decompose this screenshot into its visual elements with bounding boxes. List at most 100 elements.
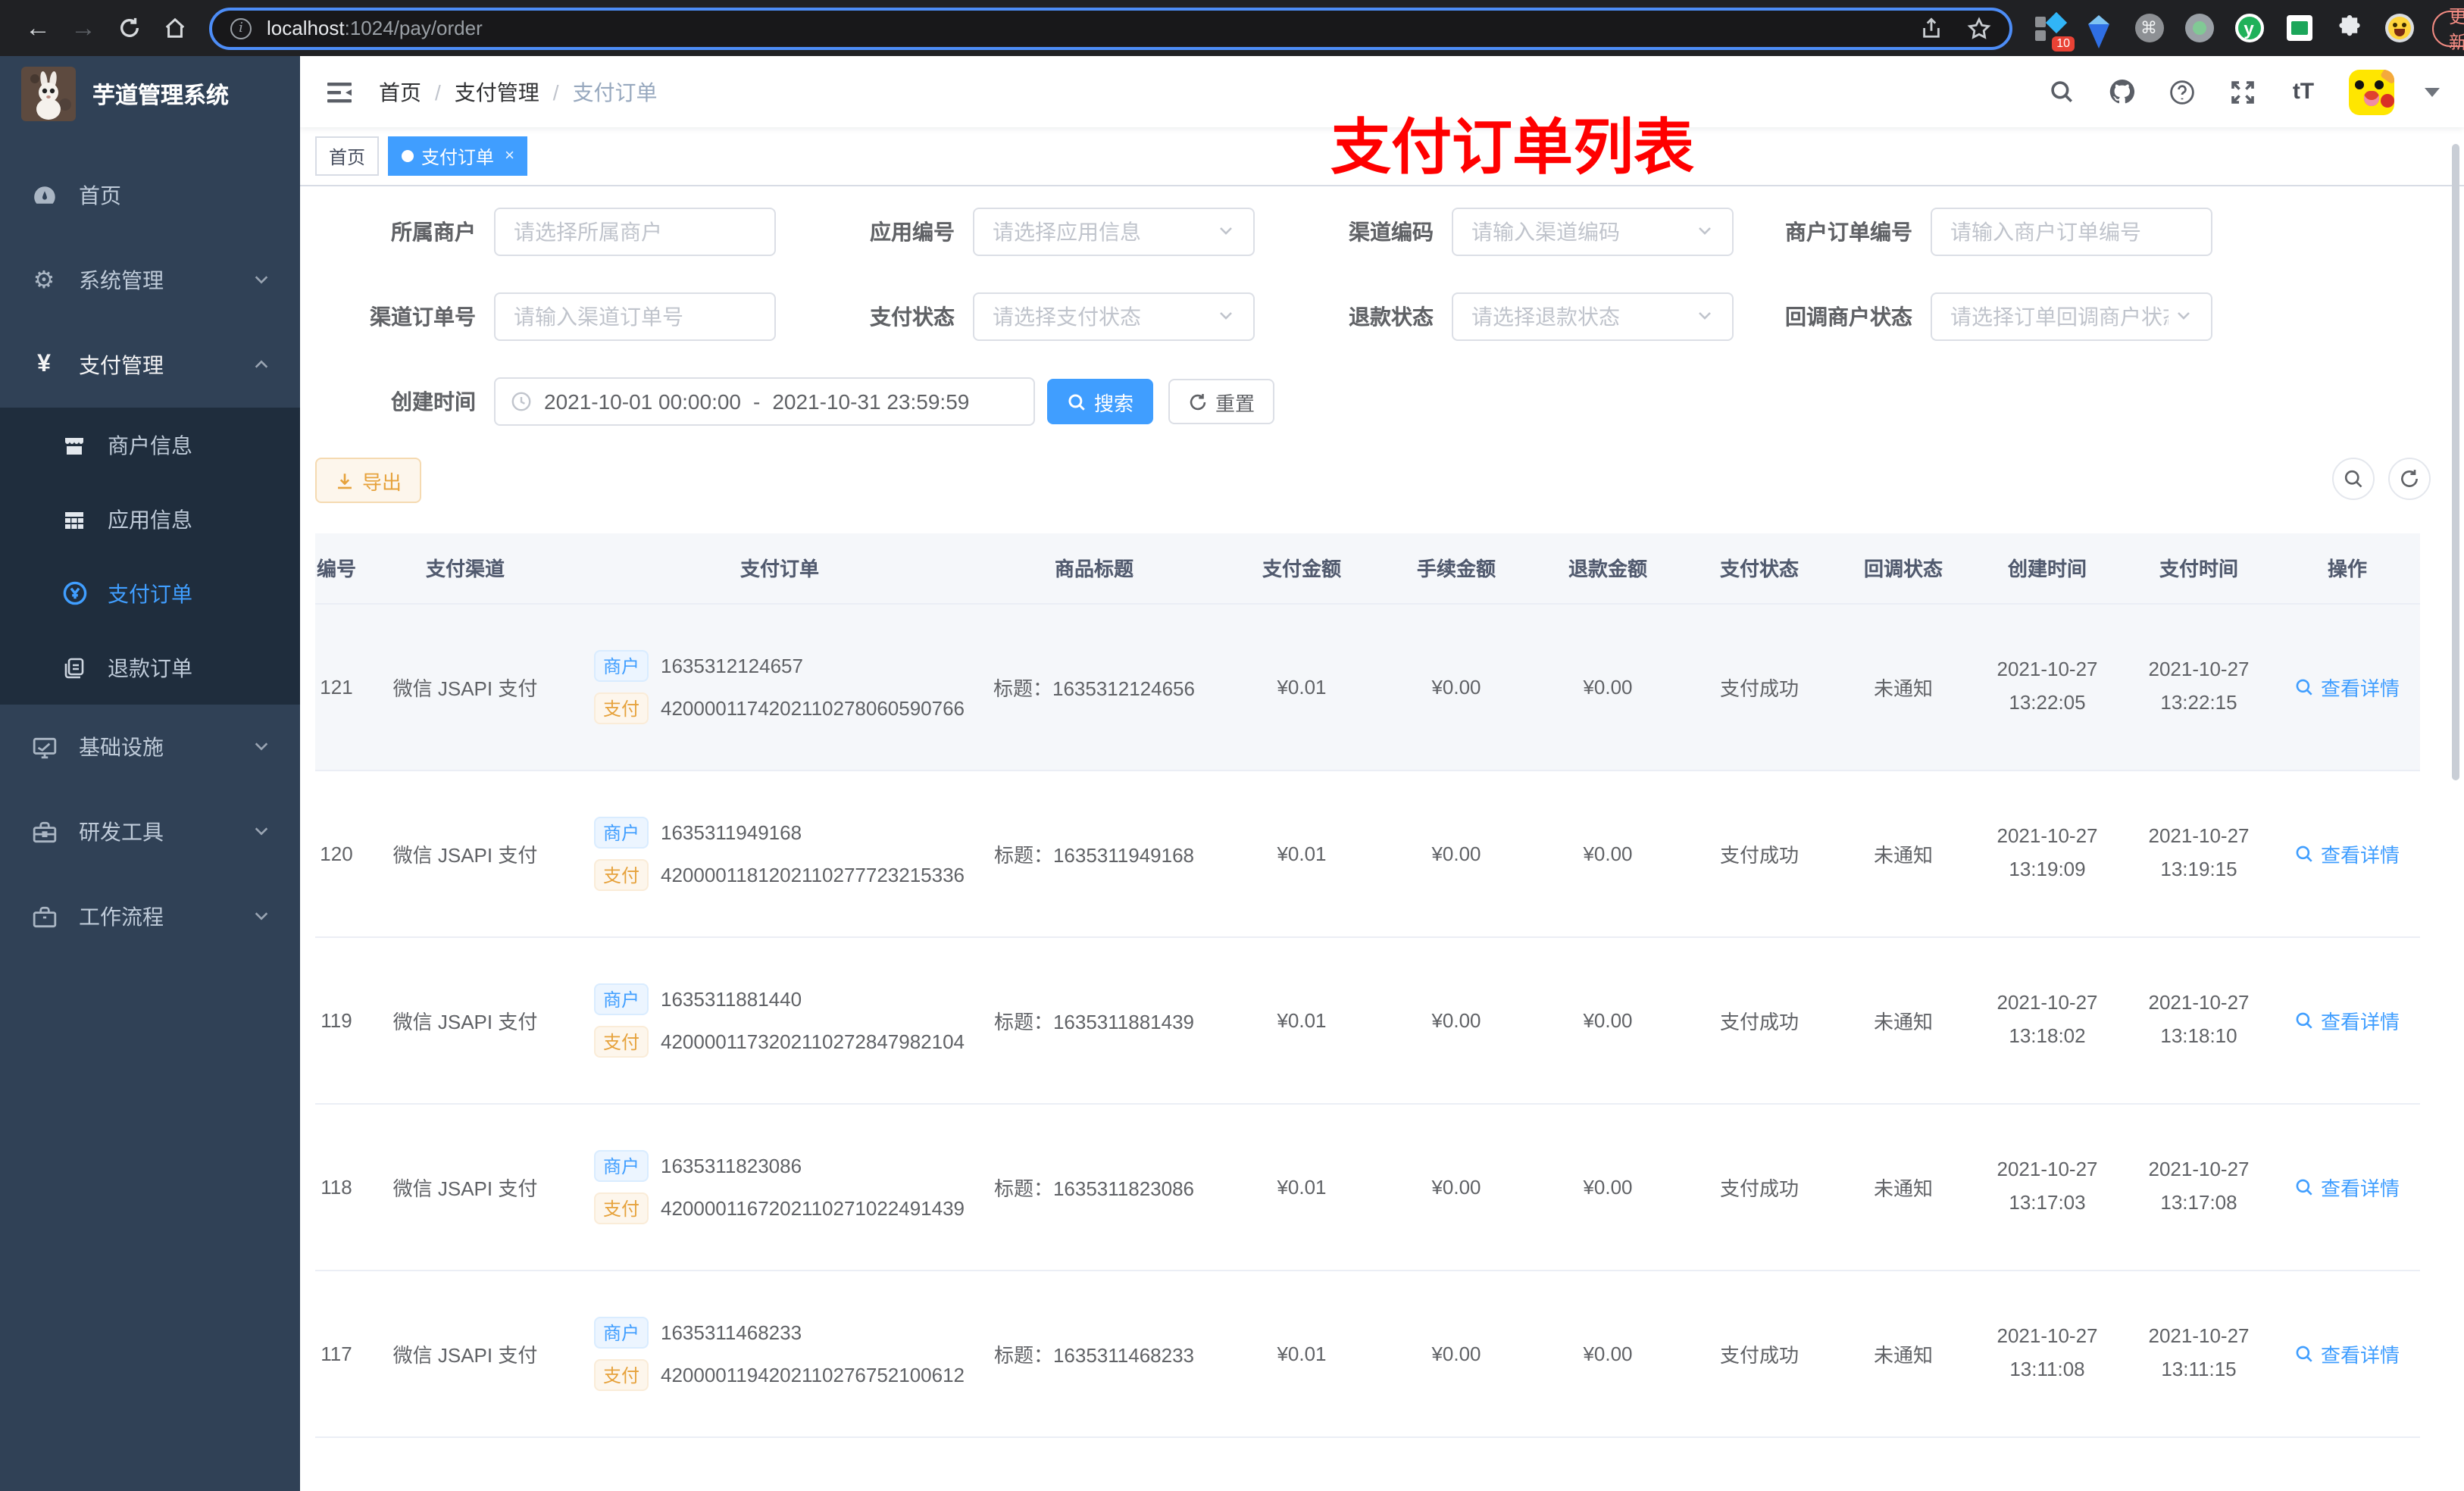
refund-status-select[interactable]: 请选择退款状态 <box>1452 292 1734 341</box>
command-extension-icon[interactable]: ⌘ <box>2134 13 2164 43</box>
filter-label-refund-status: 退款状态 <box>1349 305 1434 329</box>
font-size-icon[interactable]: tT <box>2288 77 2319 107</box>
help-icon[interactable] <box>2167 77 2197 107</box>
chevron-down-icon <box>253 268 270 292</box>
sidebar-item-label: 研发工具 <box>79 820 164 844</box>
sidebar-item-system[interactable]: ⚙ 系统管理 <box>0 238 300 323</box>
browser-home-icon[interactable] <box>152 5 197 51</box>
filter-label-callback-status: 回调商户状态 <box>1785 305 1912 329</box>
created-time-range-picker[interactable]: 2021-10-01 00:00:00 - 2021-10-31 23:59:5… <box>494 377 1035 426</box>
sidebar-item-app-info[interactable]: 应用信息 <box>0 482 300 556</box>
profile-avatar-icon[interactable] <box>2384 13 2414 43</box>
sidebar-item-label: 系统管理 <box>79 268 164 292</box>
owner-input[interactable] <box>494 208 776 256</box>
refresh-table-button[interactable] <box>2388 458 2431 500</box>
view-detail-link[interactable]: 查看详情 <box>2295 1005 2400 1034</box>
github-icon[interactable] <box>2106 77 2137 107</box>
merchant-tag: 商户 <box>594 1149 649 1181</box>
filter-label-channel-order-no: 渠道订单号 <box>370 305 476 329</box>
reset-button[interactable]: 重置 <box>1168 379 1275 424</box>
table-row-partial: 商户1635311251796 <box>315 1436 2420 1491</box>
avatar-caret-icon[interactable] <box>2425 87 2440 96</box>
channel-order-no-input[interactable] <box>494 292 776 341</box>
search-button[interactable]: 搜索 <box>1047 379 1154 424</box>
range-start-value: 2021-10-01 00:00:00 <box>544 389 741 414</box>
screen: ← → i localhost:1024/pay/order 10 ⌘ y 芋… <box>0 0 2464 1491</box>
view-detail-link[interactable]: 查看详情 <box>2295 672 2400 701</box>
refund-doc-icon <box>61 655 88 680</box>
sidebar-item-infra[interactable]: 基础设施 <box>0 705 300 789</box>
merchant-order-no-input[interactable] <box>1931 208 2212 256</box>
annotation-title: 支付订单列表 <box>1330 115 1694 182</box>
share-icon[interactable] <box>1920 17 1943 39</box>
refresh-icon <box>1190 392 1206 410</box>
view-detail-link[interactable]: 查看详情 <box>2295 839 2400 867</box>
search-icon[interactable] <box>2046 77 2076 107</box>
shop-icon <box>61 433 88 457</box>
merchant-tag: 商户 <box>594 1316 649 1348</box>
sidebar: 芋道管理系统 首页 ⚙ 系统管理 ¥ 支付管理 商户信息 应用信息 支付订单 退… <box>0 56 300 1491</box>
breadcrumb-pay[interactable]: 支付管理 <box>455 77 539 107</box>
search-icon <box>2344 470 2362 488</box>
sidebar-item-pay-order[interactable]: 支付订单 <box>0 556 300 630</box>
url-path: :1024/pay/order <box>344 17 483 39</box>
bookmark-star-icon[interactable] <box>1967 16 1991 40</box>
extensions-puzzle-icon[interactable] <box>2334 13 2364 43</box>
pay-status-select[interactable]: 请选择支付状态 <box>973 292 1255 341</box>
logo-rabbit-image <box>21 67 76 121</box>
hamburger-icon[interactable] <box>324 77 355 107</box>
view-detail-link[interactable]: 查看详情 <box>2295 1339 2400 1368</box>
export-button[interactable]: 导出 <box>315 458 422 503</box>
chevron-down-icon <box>253 905 270 929</box>
page-scrollbar[interactable] <box>2452 144 2459 780</box>
chevron-down-icon <box>2175 305 2193 329</box>
view-detail-link[interactable]: 查看详情 <box>2295 1172 2400 1201</box>
address-bar[interactable]: i localhost:1024/pay/order <box>209 7 2012 49</box>
sidebar-item-workflow[interactable]: 工作流程 <box>0 874 300 959</box>
breadcrumb-home[interactable]: 首页 <box>379 77 421 107</box>
sidebar-item-label: 退款订单 <box>108 655 192 680</box>
sidebar-item-merchant-info[interactable]: 商户信息 <box>0 408 300 482</box>
sidebar-item-refund-order[interactable]: 退款订单 <box>0 630 300 705</box>
magnifier-icon <box>2297 1011 2313 1028</box>
url-host: localhost <box>267 17 345 39</box>
table-header-row: 编号 支付渠道 支付订单 商品标题 支付金额 手续金额 退款金额 支付状态 回调… <box>315 533 2420 604</box>
sidebar-item-label: 基础设施 <box>79 735 164 759</box>
fullscreen-icon[interactable] <box>2228 77 2258 107</box>
chrome-update-button[interactable]: 更新 <box>2432 5 2464 52</box>
grid-icon <box>61 507 88 531</box>
active-tab-dot <box>402 150 414 162</box>
tab-close-icon[interactable]: × <box>505 147 514 165</box>
app-select[interactable]: 请选择应用信息 <box>973 208 1255 256</box>
site-info-icon[interactable]: i <box>230 17 252 39</box>
extension-grid-icon[interactable]: 10 <box>2034 11 2075 51</box>
col-fee: 手续金额 <box>1381 533 1532 604</box>
col-title: 商品标题 <box>965 533 1223 604</box>
chat-extension-icon[interactable] <box>2284 13 2314 43</box>
channel-code-select[interactable]: 请输入渠道编码 <box>1452 208 1734 256</box>
tab-pay-order[interactable]: 支付订单 × <box>388 136 528 176</box>
col-id: 编号 <box>315 533 367 604</box>
recorder-extension-icon[interactable] <box>2184 13 2214 43</box>
table-row: 119 微信 JSAPI 支付 商户 1635311881440 支付 420000… <box>315 936 2420 1104</box>
sketch-extension-icon[interactable] <box>2084 13 2114 48</box>
chevron-up-icon <box>253 353 270 377</box>
app-logo[interactable]: 芋道管理系统 <box>0 56 300 132</box>
pay-tag: 支付 <box>594 692 649 724</box>
sidebar-item-pay[interactable]: ¥ 支付管理 <box>0 323 300 408</box>
filter-label-merchant-order-no: 商户订单编号 <box>1785 220 1912 244</box>
dashboard-icon <box>30 183 58 208</box>
callback-status-select[interactable]: 请选择订单回调商户状态 <box>1931 292 2212 341</box>
extension-row: 10 ⌘ y <box>2034 11 2414 51</box>
toggle-search-button[interactable] <box>2332 458 2375 500</box>
browser-back-icon[interactable]: ← <box>15 5 61 51</box>
browser-forward-icon[interactable]: → <box>61 5 106 51</box>
user-avatar[interactable] <box>2349 69 2394 114</box>
tab-home[interactable]: 首页 <box>315 136 380 176</box>
sidebar-item-label: 应用信息 <box>108 507 192 531</box>
browser-reload-icon[interactable] <box>106 5 152 51</box>
sidebar-item-devtools[interactable]: 研发工具 <box>0 789 300 874</box>
sidebar-item-home[interactable]: 首页 <box>0 153 300 238</box>
y-extension-icon[interactable]: y <box>2234 13 2264 43</box>
table-row: 117 微信 JSAPI 支付 商户 1635311468233 支付 420000… <box>315 1270 2420 1437</box>
